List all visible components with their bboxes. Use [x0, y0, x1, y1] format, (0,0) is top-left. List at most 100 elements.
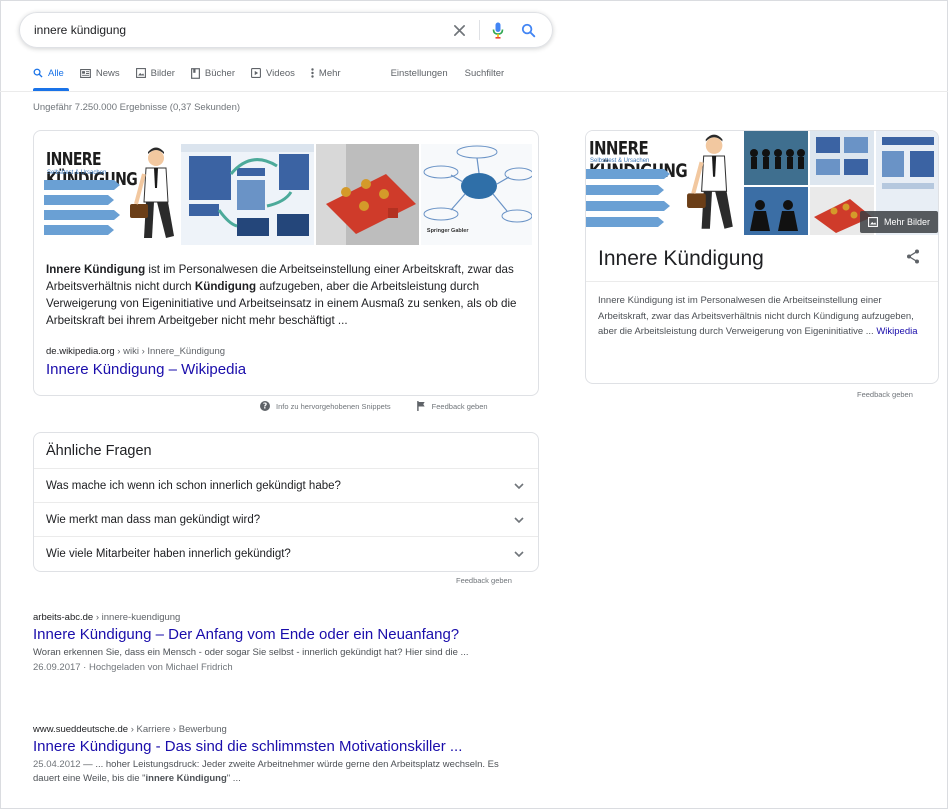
tabs-divider	[0, 91, 948, 92]
kp-desc-text: Innere Kündigung ist im Personalwesen di…	[598, 295, 914, 337]
result-stats: Ungefähr 7.250.000 Ergebnisse (0,37 Seku…	[33, 102, 241, 113]
tab-label: Mehr	[318, 67, 341, 79]
knowledge-panel-divider	[586, 281, 938, 282]
result-description: 25.04.2012 — ... hoher Leistungsdruck: J…	[33, 758, 503, 786]
snippet-bold-term: Kündigung	[194, 280, 257, 293]
image-subheading: Selbsttest & Ursachen	[47, 170, 107, 176]
knowledge-panel-images: INNERE KÜNDIGUNG Selbsttest & Ursachen	[586, 131, 938, 235]
tab-buecher[interactable]: Bücher	[190, 66, 236, 80]
more-vert-icon	[311, 68, 314, 78]
kp-image-3[interactable]	[810, 131, 874, 185]
feedback-link: Feedback geben	[431, 401, 488, 411]
result-desc-text: — ... hoher Leistungsdruck: Jeder zweite…	[33, 759, 499, 784]
tab-bilder[interactable]: Bilder	[135, 66, 175, 80]
snippet-image-4[interactable]: Springer Gabler	[420, 144, 532, 245]
publisher-logo-text: Springer Gabler	[426, 228, 469, 234]
help-icon: ?	[260, 401, 270, 411]
snippet-image-1[interactable]: INNERE KÜNDIGUNG Selbsttest & Ursachen	[44, 144, 179, 245]
book-icon	[190, 67, 200, 79]
figures-graphic	[315, 144, 419, 245]
businessman-illustration	[130, 147, 174, 238]
snippet-image-2[interactable]	[180, 144, 314, 245]
chevron-down-icon	[514, 550, 524, 557]
search-icon	[33, 68, 43, 78]
chart-graphic	[816, 137, 868, 175]
result-path: › Karriere › Bewerbung	[128, 724, 227, 735]
microphone-icon[interactable]	[486, 18, 510, 42]
kp-image-grid: Mehr Bilder	[744, 131, 938, 235]
tab-alle[interactable]: Alle	[33, 66, 64, 80]
share-icon	[907, 249, 919, 264]
result-date: 25.04.2012	[33, 759, 81, 770]
svg-text:?: ?	[263, 402, 267, 411]
knowledge-panel-title: Innere Kündigung	[598, 247, 764, 270]
blue-arrows-graphic	[44, 180, 120, 235]
share-button[interactable]	[906, 249, 920, 269]
question-text: Was mache ich wenn ich schon innerlich g…	[46, 479, 341, 492]
kp-image-4[interactable]	[744, 187, 808, 235]
image-subheading: Selbsttest & Ursachen	[590, 158, 650, 164]
question-item[interactable]: Wie merkt man dass man gekündigt wird?	[34, 502, 538, 536]
more-images-button[interactable]: Mehr Bilder	[859, 211, 938, 233]
related-questions-heading: Ähnliche Fragen	[46, 443, 152, 459]
question-item[interactable]: Wie viele Mitarbeiter haben innerlich ge…	[34, 536, 538, 570]
search-icon[interactable]	[516, 18, 540, 42]
image-icon	[868, 217, 878, 227]
search-input[interactable]: innere kündigung	[34, 23, 441, 37]
flowchart-graphic	[180, 144, 314, 236]
image-icon	[135, 68, 146, 78]
snippet-text: Innere Kündigung ist im Personalwesen di…	[46, 261, 530, 329]
businessman-illustration	[687, 134, 733, 229]
snippet-feedback[interactable]: Feedback geben	[416, 401, 488, 411]
tab-mehr[interactable]: Mehr	[311, 66, 341, 80]
snippet-title-link[interactable]: Innere Kündigung – Wikipedia	[46, 361, 246, 378]
result-domain: www.sueddeutsche.de	[33, 724, 129, 735]
related-questions: Ähnliche Fragen Was mache ich wenn ich s…	[33, 432, 539, 572]
tab-label: Bilder	[150, 67, 175, 79]
news-icon	[79, 68, 91, 78]
search-tools-link[interactable]: Suchfilter	[465, 68, 505, 79]
question-text: Wie viele Mitarbeiter haben innerlich ge…	[46, 547, 291, 560]
snippet-image-3[interactable]	[315, 144, 419, 245]
blue-arrows-graphic	[586, 169, 670, 227]
snippet-image-strip: INNERE KÜNDIGUNG Selbsttest & Ursachen	[44, 144, 532, 245]
tab-label: Alle	[48, 67, 64, 79]
snippet-footer: ? Info zu hervorgehobenen Snippets Feedb…	[260, 401, 488, 411]
questions-feedback-link[interactable]: Feedback geben	[456, 576, 512, 585]
result-breadcrumb: arbeits-abc.de › innere-kuendigung	[33, 612, 533, 623]
result-bold-term: innere Kündigung	[145, 773, 227, 784]
silhouettes-graphic	[750, 200, 798, 231]
tab-news[interactable]: News	[79, 66, 120, 80]
cite-path: › wiki › Innere_Kündigung	[114, 346, 226, 357]
chevron-down-icon	[514, 516, 524, 523]
kp-source-link[interactable]: Wikipedia	[876, 326, 917, 337]
kp-image-1[interactable]: INNERE KÜNDIGUNG Selbsttest & Ursachen	[586, 131, 742, 235]
chevron-down-icon	[514, 482, 524, 489]
snippet-bold-term: Innere Kündigung	[46, 263, 146, 276]
result-desc-text: " ...	[226, 773, 241, 784]
tab-label: Bücher	[204, 67, 236, 79]
clear-icon[interactable]	[447, 18, 471, 42]
question-text: Wie merkt man dass man gekündigt wird?	[46, 513, 261, 526]
search-bar[interactable]: innere kündigung	[19, 12, 553, 48]
result-meta: 26.09.2017 · Hochgeladen von Michael Fri…	[33, 662, 233, 673]
snippet-info-link[interactable]: Info zu hervorgehobenen Snippets	[276, 402, 391, 411]
snippet-cite: de.wikipedia.org › wiki › Innere_Kündigu…	[46, 346, 225, 357]
kp-image-2[interactable]	[744, 131, 808, 185]
flag-icon	[416, 401, 425, 411]
search-result: arbeits-abc.de › innere-kuendigung Inner…	[33, 612, 533, 673]
video-icon	[251, 68, 261, 78]
result-title-link[interactable]: Innere Kündigung - Das sind die schlimms…	[33, 738, 533, 755]
result-domain: arbeits-abc.de	[33, 612, 94, 623]
tab-label: News	[95, 67, 120, 79]
settings-link[interactable]: Einstellungen	[391, 68, 448, 79]
tab-label: Videos	[266, 67, 295, 79]
knowledge-panel-description: Innere Kündigung ist im Personalwesen di…	[598, 293, 932, 340]
cite-domain: de.wikipedia.org	[46, 346, 115, 357]
question-item[interactable]: Was mache ich wenn ich schon innerlich g…	[34, 468, 538, 502]
tab-videos[interactable]: Videos	[251, 66, 295, 80]
more-images-label: Mehr Bilder	[883, 217, 930, 227]
kp-feedback-link[interactable]: Feedback geben	[857, 390, 913, 399]
featured-snippet: INNERE KÜNDIGUNG Selbsttest & Ursachen	[33, 130, 539, 396]
result-title-link[interactable]: Innere Kündigung – Der Anfang vom Ende o…	[33, 626, 533, 643]
